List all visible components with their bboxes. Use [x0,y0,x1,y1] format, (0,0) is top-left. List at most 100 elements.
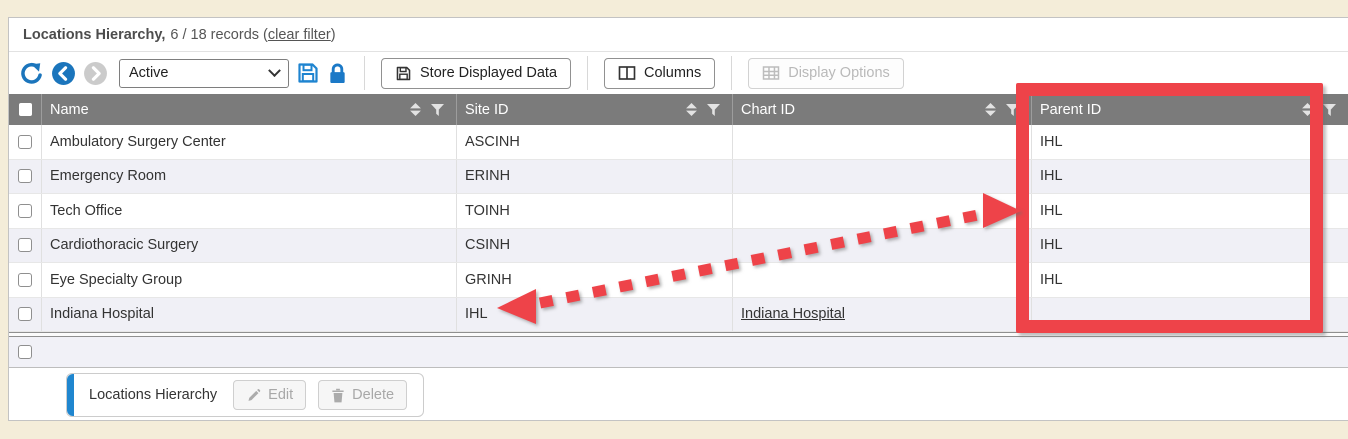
row-checkbox[interactable] [18,204,32,218]
chart-id-cell [732,229,1031,263]
parent-id-cell [1031,298,1348,332]
toolbar-divider [731,56,732,90]
name-cell: Emergency Room [41,160,456,194]
clear-filter-link[interactable]: clear filter [268,27,331,43]
chart-id-link[interactable]: Indiana Hospital [741,306,845,322]
name-cell: Indiana Hospital [41,298,456,332]
chart-id-cell [732,160,1031,194]
table-row[interactable]: Tech Office TOINH IHL [9,194,1348,229]
table-row[interactable]: Ambulatory Surgery Center ASCINH IHL [9,125,1348,160]
column-header-parent-id[interactable]: Parent ID [1031,94,1348,125]
chart-id-cell [732,125,1031,159]
forward-icon [83,61,108,86]
site-id-cell: ERINH [456,160,732,194]
chart-id-cell: Indiana Hospital [732,298,1031,332]
display-options-label: Display Options [788,65,890,81]
filter-icon[interactable] [1006,104,1019,116]
toolbar: Active Store Displayed Data Columns [9,52,1348,94]
locations-hierarchy-panel: Locations Hierarchy, 6 / 18 records (cle… [8,17,1348,421]
floppy-icon [395,65,412,82]
row-checkbox-cell [9,125,41,159]
record-count-suffix: ) [331,27,336,43]
record-count: 6 / 18 records ( [170,27,268,43]
lock-icon[interactable] [327,62,348,85]
column-label: Site ID [465,102,686,118]
table-row[interactable]: Emergency Room ERINH IHL [9,160,1348,195]
row-checkbox[interactable] [18,169,32,183]
page-title: Locations Hierarchy, [23,27,165,43]
site-id-cell: CSINH [456,229,732,263]
chevron-down-icon [268,64,281,77]
chart-id-cell [732,263,1031,297]
sort-icon[interactable] [985,103,996,116]
view-filter-value: Active [129,65,169,81]
edit-button: Edit [233,380,306,410]
row-checkbox-cell [9,263,41,297]
column-header-name[interactable]: Name [41,94,456,125]
select-all-checkbox[interactable] [19,103,32,116]
row-checkbox[interactable] [18,238,32,252]
row-checkbox[interactable] [18,273,32,287]
store-displayed-data-button[interactable]: Store Displayed Data [381,58,571,89]
table-row[interactable]: Eye Specialty Group GRINH IHL [9,263,1348,298]
site-id-cell: GRINH [456,263,732,297]
filter-icon[interactable] [1323,104,1336,116]
table-header: Name Site ID Chart ID [9,94,1348,125]
grid-icon [762,65,780,81]
parent-id-cell: IHL [1031,194,1348,228]
table-row[interactable]: Cardiothoracic Surgery CSINH IHL [9,229,1348,264]
row-checkbox-cell [9,194,41,228]
columns-icon [618,65,636,81]
selection-label: Locations Hierarchy [89,387,217,403]
footer: Locations Hierarchy Edit Delete [9,368,1348,422]
table-body: Ambulatory Surgery Center ASCINH IHL Eme… [9,125,1348,332]
name-cell: Eye Specialty Group [41,263,456,297]
row-checkbox-cell [9,229,41,263]
row-checkbox[interactable] [18,135,32,149]
columns-label: Columns [644,65,701,81]
selection-action-box: Locations Hierarchy Edit Delete [66,373,424,417]
filter-row [9,337,1348,368]
app-canvas: Locations Hierarchy, 6 / 18 records (cle… [0,0,1348,439]
chart-id-cell [732,194,1031,228]
store-displayed-data-label: Store Displayed Data [420,65,557,81]
column-label: Chart ID [741,102,985,118]
name-cell: Cardiothoracic Surgery [41,229,456,263]
site-id-cell: TOINH [456,194,732,228]
display-options-button: Display Options [748,58,904,89]
delete-label: Delete [352,387,394,403]
filter-icon[interactable] [707,104,720,116]
view-filter-select[interactable]: Active [119,59,289,88]
sort-icon[interactable] [1302,103,1313,116]
sort-icon[interactable] [686,103,697,116]
edit-label: Edit [268,387,293,403]
columns-button[interactable]: Columns [604,58,715,89]
column-label: Parent ID [1040,102,1302,118]
table-row[interactable]: Indiana Hospital IHL Indiana Hospital [9,298,1348,333]
site-id-cell: IHL [456,298,732,332]
column-label: Name [50,102,410,118]
back-icon[interactable] [51,61,76,86]
parent-id-cell: IHL [1031,263,1348,297]
toolbar-divider [364,56,365,90]
parent-id-cell: IHL [1031,125,1348,159]
filter-row-checkbox[interactable] [18,345,32,359]
column-header-chart-id[interactable]: Chart ID [732,94,1031,125]
toolbar-divider [587,56,588,90]
refresh-icon[interactable] [19,61,44,86]
row-checkbox[interactable] [18,307,32,321]
select-all-cell [9,94,41,125]
save-view-icon[interactable] [296,61,320,85]
row-checkbox-cell [9,160,41,194]
sort-icon[interactable] [410,103,421,116]
parent-id-cell: IHL [1031,229,1348,263]
delete-button: Delete [318,380,407,410]
filter-icon[interactable] [431,104,444,116]
site-id-cell: ASCINH [456,125,732,159]
row-checkbox-cell [9,298,41,332]
column-header-site-id[interactable]: Site ID [456,94,732,125]
trash-icon [331,388,345,403]
pencil-icon [246,388,261,403]
name-cell: Tech Office [41,194,456,228]
title-bar: Locations Hierarchy, 6 / 18 records (cle… [9,18,1348,52]
